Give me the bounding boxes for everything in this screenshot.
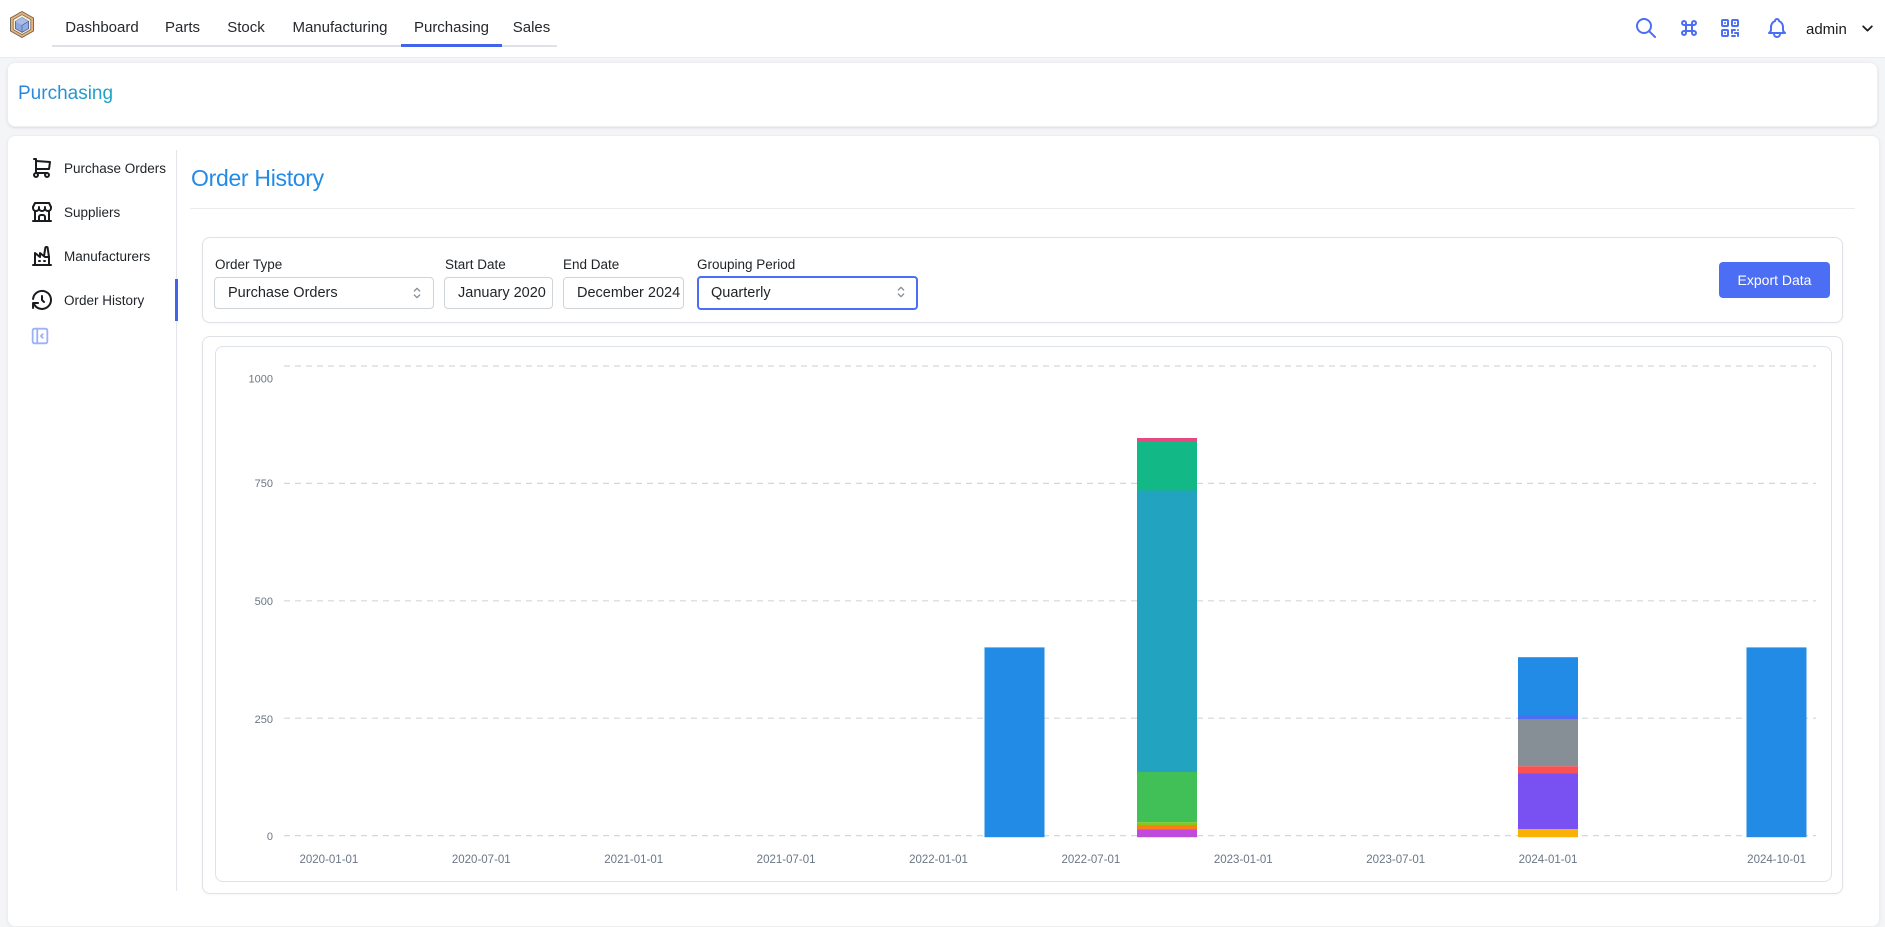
- svg-text:2024-10-01: 2024-10-01: [1747, 854, 1806, 866]
- svg-text:250: 250: [255, 714, 273, 726]
- svg-text:2020-01-01: 2020-01-01: [299, 854, 358, 866]
- svg-text:0: 0: [267, 831, 273, 843]
- svg-text:2024-01-01: 2024-01-01: [1519, 854, 1578, 866]
- svg-text:2022-07-01: 2022-07-01: [1061, 854, 1120, 866]
- svg-text:1000: 1000: [249, 374, 273, 386]
- svg-text:2020-07-01: 2020-07-01: [452, 854, 511, 866]
- svg-text:2023-07-01: 2023-07-01: [1366, 854, 1425, 866]
- svg-text:750: 750: [255, 478, 273, 490]
- svg-text:2022-01-01: 2022-01-01: [909, 854, 968, 866]
- svg-text:500: 500: [255, 596, 273, 608]
- svg-text:2021-07-01: 2021-07-01: [757, 854, 816, 866]
- svg-text:2021-01-01: 2021-01-01: [604, 854, 663, 866]
- svg-text:2023-01-01: 2023-01-01: [1214, 854, 1273, 866]
